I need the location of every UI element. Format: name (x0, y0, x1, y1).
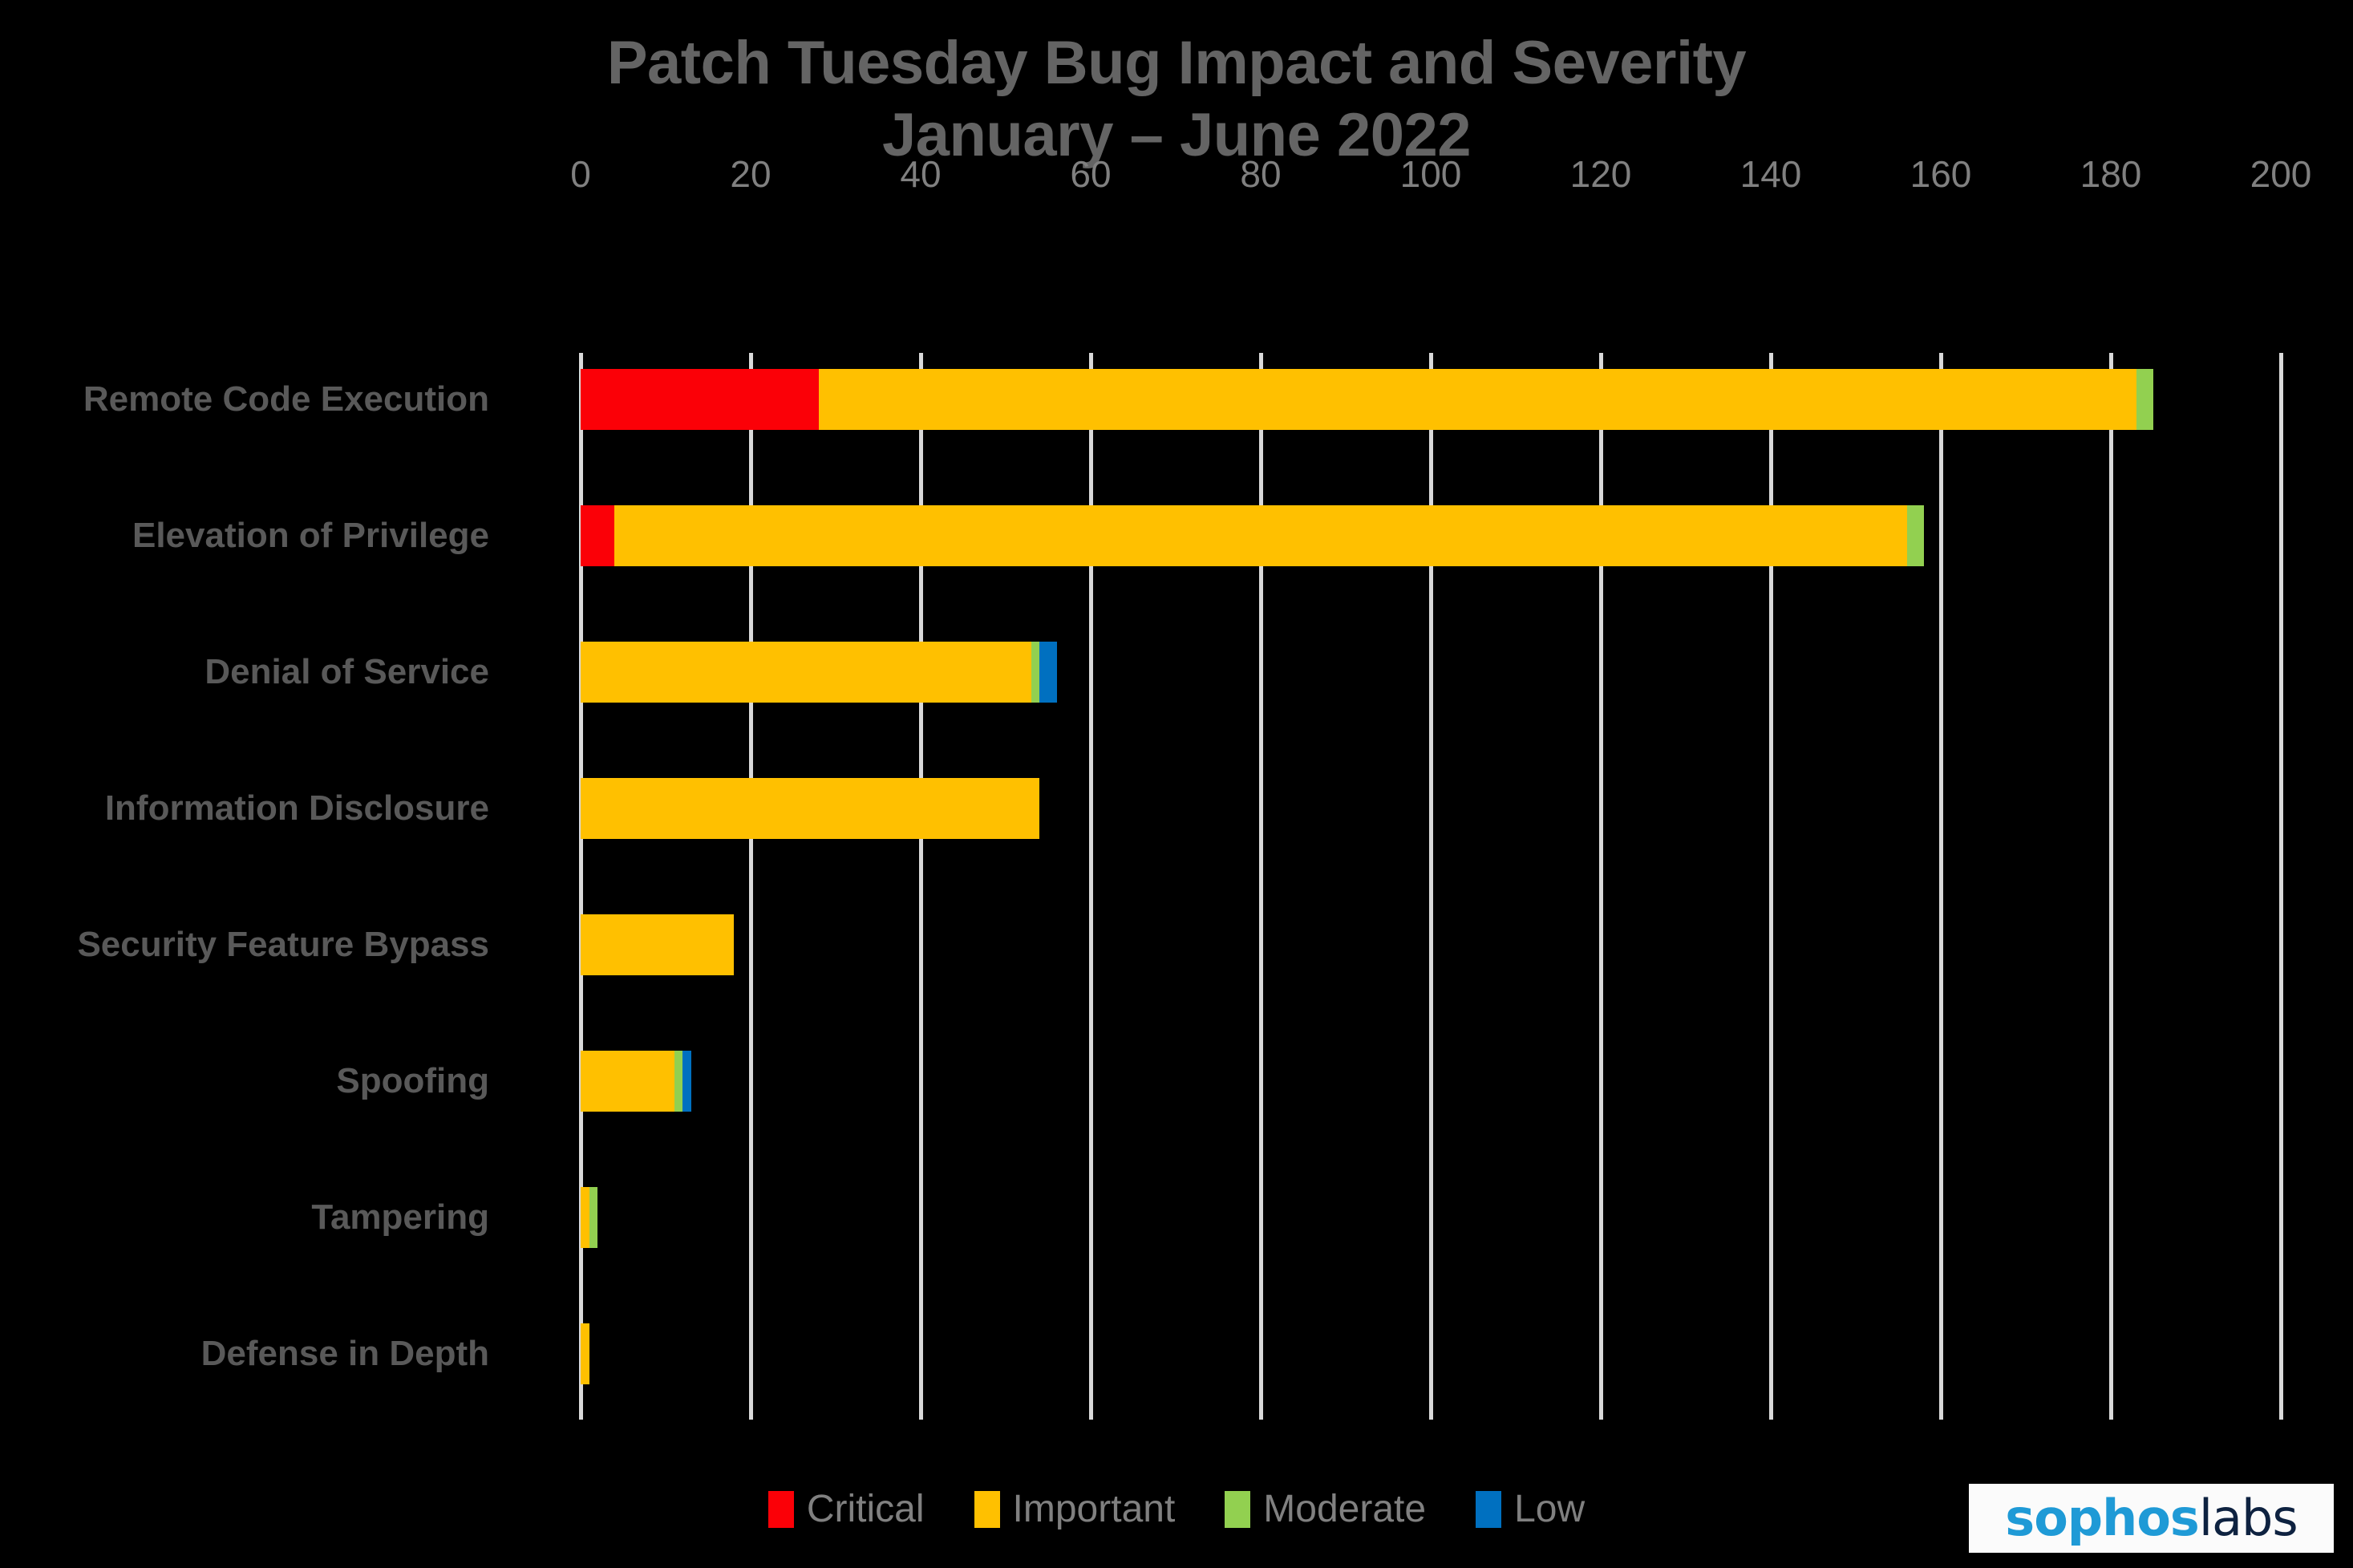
category-label-elevation-of-privilege: Elevation of Privilege (132, 516, 489, 555)
bar-segment-important[interactable] (581, 1051, 674, 1112)
bar-segment-critical[interactable] (581, 369, 819, 430)
category-label-defense-in-depth: Defense in Depth (200, 1334, 489, 1373)
chart-row: Remote Code Execution (83, 369, 2281, 505)
chart-row: Security Feature Bypass (77, 914, 2281, 1051)
legend-swatch-critical-icon (767, 1491, 794, 1528)
x-tick-label-40: 40 (900, 153, 942, 195)
bar-segment-moderate[interactable] (1031, 642, 1040, 703)
bar-segment-moderate[interactable] (2136, 369, 2153, 430)
category-label-spoofing: Spoofing (336, 1061, 489, 1100)
x-tick-label-140: 140 (1739, 153, 1802, 195)
legend-item-low[interactable]: Low (1476, 1490, 1585, 1529)
legend-label-important: Important (1012, 1488, 1176, 1530)
x-tick-label-20: 20 (730, 153, 772, 195)
bar-segment-moderate[interactable] (589, 1187, 598, 1248)
chart-title: Patch Tuesday Bug Impact and Severity Ja… (606, 29, 1747, 169)
bar-segment-low[interactable] (682, 1051, 691, 1112)
bar-segment-important[interactable] (581, 778, 1040, 839)
stacked-bar[interactable] (581, 369, 2153, 430)
x-tick-label-200: 200 (2250, 153, 2312, 195)
x-tick-label-0: 0 (570, 153, 591, 195)
bar-segment-moderate[interactable] (1906, 505, 1924, 566)
category-label-tampering: Tampering (311, 1197, 489, 1237)
x-tick-label-180: 180 (2080, 153, 2142, 195)
x-tick-label-120: 120 (1569, 153, 1632, 195)
chart-row: Defense in Depth (201, 1323, 2281, 1460)
legend-label-critical: Critical (806, 1488, 925, 1530)
stacked-bar[interactable] (581, 1051, 691, 1112)
bar-segment-low[interactable] (1039, 642, 1057, 703)
x-tick-label-100: 100 (1399, 153, 1462, 195)
category-label-information-disclosure: Information Disclosure (104, 788, 489, 828)
x-tick-label-80: 80 (1240, 153, 1282, 195)
stacked-bar[interactable] (581, 778, 1040, 839)
legend-swatch-important-icon (974, 1491, 1000, 1528)
chart-row: Tampering (311, 1187, 2281, 1323)
bar-segment-important[interactable] (581, 1187, 589, 1248)
sophoslabs-logo: sophoslabs (1969, 1484, 2334, 1553)
bar-segment-moderate[interactable] (674, 1051, 683, 1112)
chart-row: Spoofing (336, 1051, 2281, 1187)
bar-segment-important[interactable] (581, 642, 1031, 703)
logo-labs-text: labs (2198, 1489, 2298, 1547)
category-label-remote-code-execution: Remote Code Execution (83, 379, 489, 419)
chart-row: Elevation of Privilege (132, 505, 2281, 642)
bar-segment-important[interactable] (818, 369, 2136, 430)
x-tick-label-160: 160 (1910, 153, 1972, 195)
x-tick-label-60: 60 (1070, 153, 1112, 195)
plot-area: 0 20 40 60 80 100 120 140 160 180 200 Remote Code … (77, 153, 2311, 1420)
chart-row: Information Disclosure (105, 778, 2281, 914)
legend-label-moderate: Moderate (1263, 1488, 1427, 1530)
legend-swatch-moderate-icon (1225, 1491, 1251, 1528)
stacked-bar[interactable] (581, 1187, 598, 1248)
bar-segment-important[interactable] (581, 914, 734, 975)
legend-item-moderate[interactable]: Moderate (1225, 1490, 1426, 1529)
legend-swatch-low-icon (1476, 1491, 1502, 1528)
legend-item-critical[interactable]: Critical (767, 1488, 925, 1530)
chart-row: Denial of Service (205, 642, 2281, 778)
legend-label-low: Low (1514, 1488, 1586, 1530)
bar-segment-important[interactable] (581, 1323, 589, 1384)
category-label-denial-of-service: Denial of Service (205, 652, 489, 691)
stacked-bar[interactable] (581, 642, 1057, 703)
logo-sophos-text: sophos (2005, 1489, 2200, 1547)
stacked-bar[interactable] (581, 1323, 589, 1384)
stacked-bar[interactable] (581, 914, 734, 975)
stacked-bar[interactable] (581, 505, 1924, 566)
legend-item-important[interactable]: Important (974, 1488, 1176, 1530)
category-label-security-feature-bypass: Security Feature Bypass (77, 925, 489, 964)
bar-segment-critical[interactable] (581, 505, 615, 566)
bar-segment-important[interactable] (614, 505, 1907, 566)
